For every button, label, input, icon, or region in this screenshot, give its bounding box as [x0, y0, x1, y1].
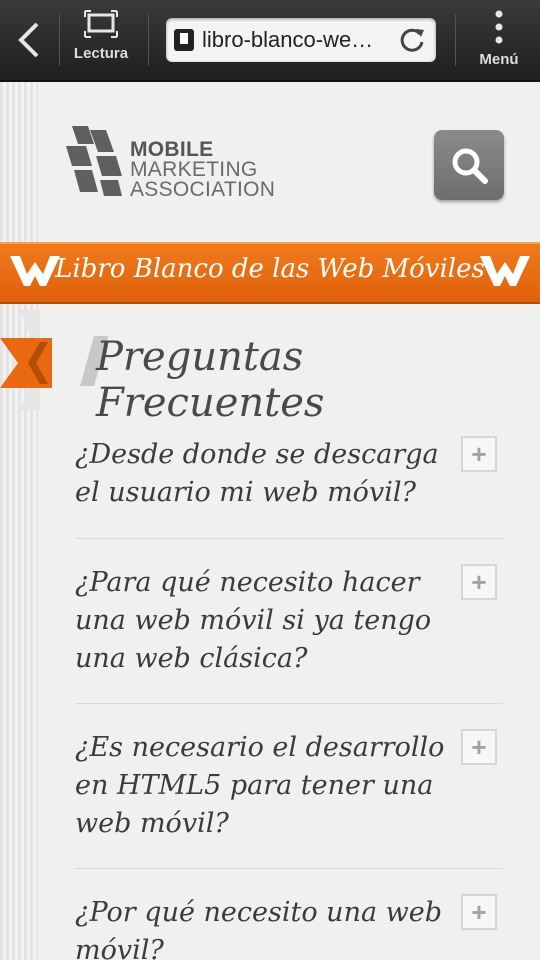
faq-question[interactable]: ¿Es necesario el desarrollo en HTML5 par…: [75, 729, 445, 843]
logo-line-association: ASSOCIATION: [130, 178, 276, 201]
plus-icon: +: [471, 732, 487, 762]
mma-logo[interactable]: MOBILE MARKETING ASSOCIATION: [64, 122, 276, 202]
menu-label: Menú: [479, 51, 519, 68]
plus-icon: +: [471, 897, 487, 927]
plus-icon: +: [471, 439, 487, 469]
logo-line-mobile: MOBILE: [130, 138, 214, 161]
back-nav-tab[interactable]: [0, 338, 52, 388]
page-title: Preguntas Frecuentes: [96, 334, 325, 426]
back-button[interactable]: [0, 0, 58, 80]
w-logo-icon: [480, 256, 530, 286]
logo-text: MOBILE MARKETING ASSOCIATION: [130, 138, 276, 201]
faq-question[interactable]: ¿Por qué necesito una web móvil?: [75, 894, 445, 960]
faq-question[interactable]: ¿Para qué necesito hacer una web móvil s…: [75, 564, 445, 678]
divider: [75, 703, 503, 704]
address-bar[interactable]: libro-blanco-we…: [166, 18, 436, 62]
logo-line-marketing: MARKETING: [130, 158, 258, 181]
faq-item[interactable]: ¿Para qué necesito hacer una web móvil s…: [75, 564, 503, 684]
faq-item[interactable]: ¿Es necesario el desarrollo en HTML5 par…: [75, 729, 503, 849]
search-icon: [452, 148, 488, 184]
toolbar-separator: [148, 14, 149, 66]
left-rail: [0, 82, 38, 960]
mma-logo-mark: [66, 126, 122, 196]
reload-icon[interactable]: [398, 26, 426, 54]
divider: [75, 868, 503, 869]
expand-button[interactable]: +: [461, 894, 497, 930]
faq-item[interactable]: ¿Desde donde se descarga el usuario mi w…: [75, 436, 503, 526]
plus-icon: +: [471, 567, 487, 597]
banner-title: Libro Blanco de las Web Móviles: [55, 254, 485, 284]
menu-button[interactable]: Menú: [468, 10, 530, 74]
reading-mode-label: Lectura: [73, 45, 129, 62]
menu-dots-icon: [495, 10, 503, 44]
faq-question[interactable]: ¿Desde donde se descarga el usuario mi w…: [75, 436, 445, 512]
browser-toolbar: Lectura libro-blanco-we… Menú: [0, 0, 540, 82]
title-banner: Libro Blanco de las Web Móviles: [0, 242, 540, 304]
faq-item[interactable]: ¿Por qué necesito una web móvil? +: [75, 894, 503, 960]
favicon-icon: [174, 29, 194, 51]
divider: [75, 538, 503, 539]
toolbar-separator: [59, 14, 60, 66]
search-button[interactable]: [434, 130, 504, 200]
chevron-left-icon: [0, 338, 52, 388]
toolbar-separator: [455, 14, 456, 66]
expand-button[interactable]: +: [461, 564, 497, 600]
reading-mode-icon: [84, 10, 118, 38]
expand-button[interactable]: +: [461, 729, 497, 765]
back-arrow-icon: [18, 22, 39, 58]
expand-button[interactable]: +: [461, 436, 497, 472]
reading-mode-button[interactable]: Lectura: [66, 10, 136, 74]
url-text: libro-blanco-we…: [202, 27, 374, 52]
